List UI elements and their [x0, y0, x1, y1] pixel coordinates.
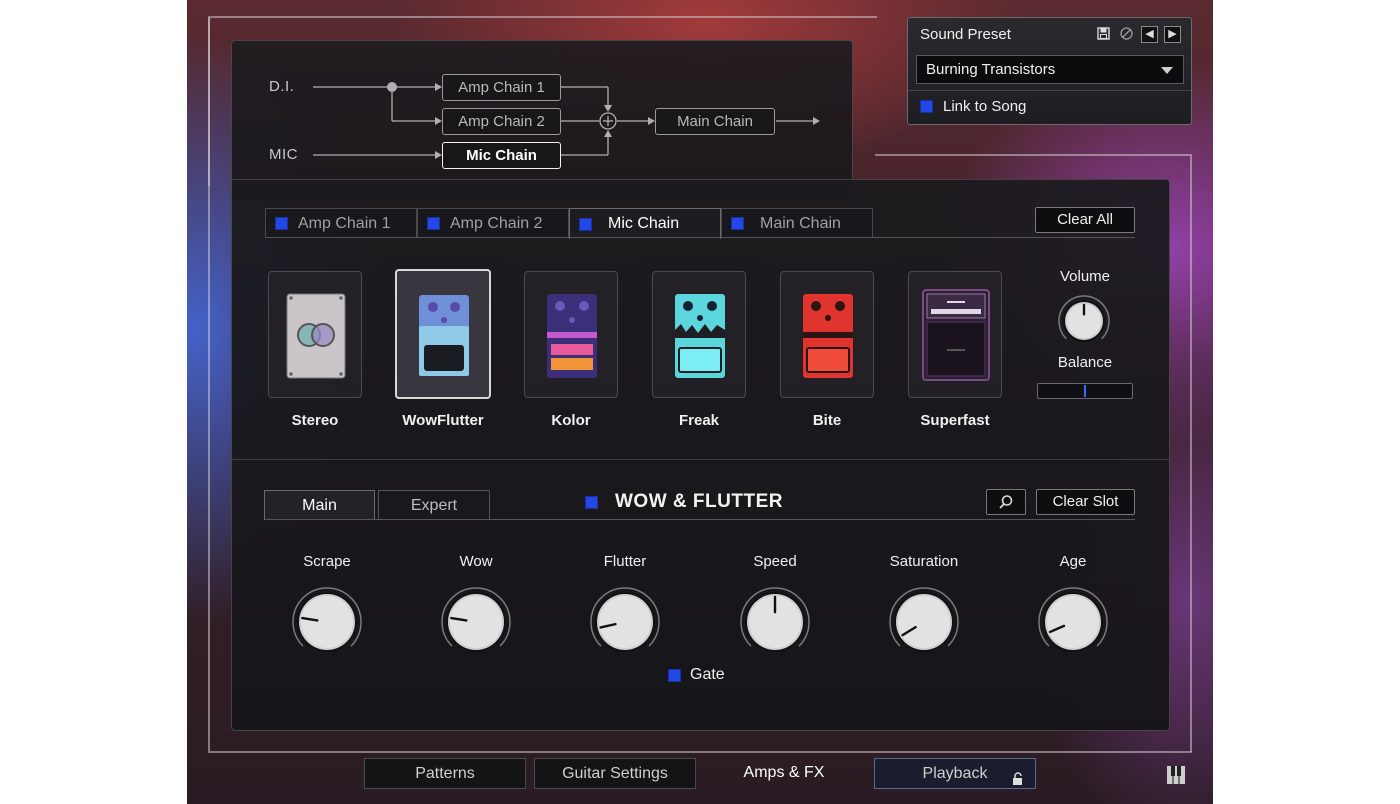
tab-label: Mic Chain — [608, 215, 680, 232]
route-amp-chain-2[interactable]: Amp Chain 2 — [442, 108, 561, 135]
freak-pedal-icon — [675, 294, 725, 378]
route-amp-chain-1[interactable]: Amp Chain 1 — [442, 74, 561, 101]
knob-flutter[interactable] — [589, 586, 661, 658]
link-led[interactable] — [920, 100, 933, 113]
tab-label: Amp Chain 2 — [450, 214, 543, 232]
preset-value: Burning Transistors — [926, 61, 1056, 78]
mic-chain-led[interactable] — [579, 217, 592, 231]
slot-superfast[interactable] — [908, 271, 1002, 398]
next-arrow-icon[interactable]: ▶ — [1164, 26, 1181, 43]
knob-label-age: Age — [1059, 553, 1087, 570]
knob-scrape[interactable] — [291, 586, 363, 658]
tab-playback[interactable]: Playback — [874, 758, 1036, 789]
tab-mic-chain[interactable]: Mic Chain — [569, 208, 721, 239]
link-to-song-toggle[interactable]: Link to Song — [920, 98, 1026, 115]
preset-dropdown[interactable]: Burning Transistors — [916, 55, 1184, 84]
slot-label-superfast: Superfast — [920, 412, 990, 429]
section-divider — [232, 459, 1169, 460]
slot-freak[interactable] — [652, 271, 746, 398]
sound-preset-panel: Sound Preset ◀ ▶ Burning Transistors Lin… — [907, 17, 1192, 125]
gate-label: Gate — [690, 666, 725, 683]
tab-main[interactable]: Main — [264, 490, 375, 520]
slot-label-stereo: Stereo — [291, 412, 339, 429]
knob-label-flutter: Flutter — [603, 553, 647, 570]
tab-playback-label: Playback — [922, 765, 988, 782]
clear-all-button[interactable]: Clear All — [1035, 207, 1135, 233]
kolor-pedal-icon — [547, 294, 597, 378]
balance-marker[interactable] — [1084, 385, 1086, 397]
tab-label: Main Chain — [760, 214, 841, 232]
route-main-chain[interactable]: Main Chain — [655, 108, 775, 135]
slot-stereo[interactable] — [268, 271, 362, 398]
preset-title: Sound Preset — [920, 26, 1011, 43]
knob-age[interactable] — [1037, 586, 1109, 658]
fx-power-led[interactable] — [585, 495, 598, 509]
knob-wow[interactable] — [440, 586, 512, 658]
amp-chain-1-led[interactable] — [275, 217, 288, 230]
tab-expert[interactable]: Expert — [378, 490, 490, 520]
knob-label-speed: Speed — [753, 553, 797, 570]
tab-amp-chain-1[interactable]: Amp Chain 1 — [265, 208, 417, 238]
balance-label: Balance — [1057, 354, 1113, 371]
slot-label-bite: Bite — [812, 412, 842, 429]
superfast-amp-icon — [922, 289, 990, 381]
slot-label-wowflutter: WowFlutter — [402, 412, 484, 429]
sub-tab-underline — [265, 519, 1135, 520]
link-label: Link to Song — [943, 98, 1027, 115]
slot-wowflutter[interactable] — [395, 269, 491, 399]
tab-guitar-settings[interactable]: Guitar Settings — [534, 758, 696, 789]
tab-amps-fx[interactable]: Amps & FX — [704, 758, 864, 789]
knob-label-scrape: Scrape — [303, 553, 351, 570]
gate-toggle[interactable]: Gate — [668, 666, 725, 684]
slot-kolor[interactable] — [524, 271, 618, 398]
tab-main-chain[interactable]: Main Chain — [721, 208, 873, 238]
save-icon[interactable] — [1095, 26, 1112, 43]
search-button[interactable] — [986, 489, 1026, 515]
tab-amp-chain-2[interactable]: Amp Chain 2 — [417, 208, 569, 238]
balance-slider[interactable] — [1037, 383, 1133, 399]
knob-speed[interactable] — [739, 586, 811, 658]
amp-chain-2-led[interactable] — [427, 217, 440, 230]
mic-input-label: MIC — [269, 146, 298, 163]
chevron-down-icon — [1161, 67, 1173, 74]
bite-pedal-icon — [803, 294, 853, 378]
prev-arrow-icon[interactable]: ◀ — [1141, 26, 1158, 43]
tab-underline — [265, 237, 1135, 238]
route-mic-chain[interactable]: Mic Chain — [442, 142, 561, 169]
tab-patterns[interactable]: Patterns — [364, 758, 526, 789]
slot-label-freak: Freak — [678, 412, 720, 429]
fx-header: WOW & FLUTTER — [585, 491, 783, 513]
main-chain-led[interactable] — [731, 217, 744, 230]
wowflutter-pedal-icon — [419, 295, 469, 376]
lock-icon[interactable] — [1011, 767, 1025, 797]
knob-label-saturation: Saturation — [889, 553, 959, 570]
slot-bite[interactable] — [780, 271, 874, 398]
piano-icon[interactable] — [1166, 765, 1186, 790]
gate-led[interactable] — [668, 668, 681, 682]
clear-slot-button[interactable]: Clear Slot — [1036, 489, 1135, 515]
di-input-label: D.I. — [269, 78, 295, 95]
volume-label: Volume — [1059, 268, 1111, 285]
stereo-pedal-icon — [286, 293, 346, 379]
volume-knob[interactable] — [1057, 294, 1111, 348]
fx-title: WOW & FLUTTER — [615, 491, 783, 512]
search-icon — [999, 495, 1013, 509]
slot-label-kolor: Kolor — [551, 412, 591, 429]
knob-label-wow: Wow — [459, 553, 493, 570]
disable-icon[interactable] — [1118, 26, 1135, 43]
tab-label: Amp Chain 1 — [298, 214, 391, 232]
preset-divider — [908, 90, 1191, 91]
knob-saturation[interactable] — [888, 586, 960, 658]
